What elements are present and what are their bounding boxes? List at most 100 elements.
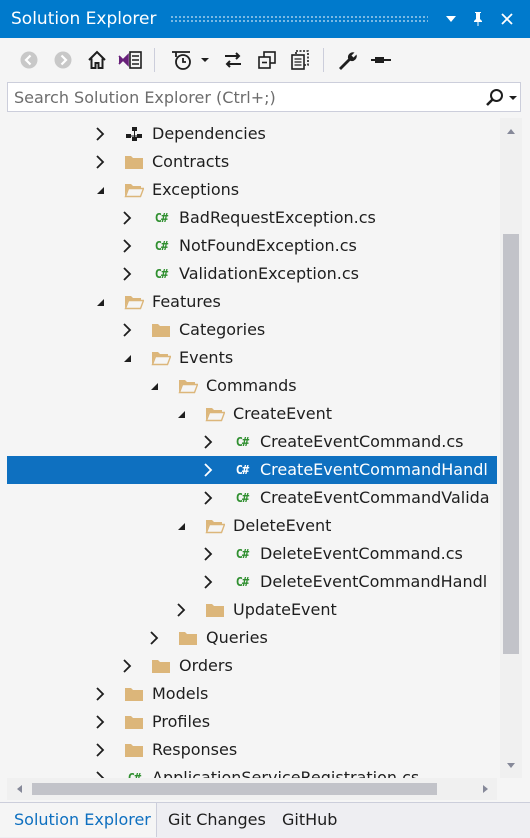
tree-item-label: Responses bbox=[152, 740, 238, 759]
csharp-file-icon: C# bbox=[235, 547, 249, 561]
expand-arrow-icon[interactable] bbox=[202, 575, 214, 589]
title-bar[interactable]: Solution Explorer bbox=[0, 0, 530, 38]
tree-item[interactable]: Dependencies bbox=[7, 120, 497, 148]
window-position-dropdown-icon[interactable] bbox=[440, 8, 462, 30]
horizontal-scrollbar-thumb[interactable] bbox=[32, 783, 437, 795]
tree-item[interactable]: C# ValidationException.cs bbox=[7, 260, 497, 288]
folder-icon bbox=[178, 629, 198, 647]
expand-arrow-icon[interactable] bbox=[202, 547, 214, 561]
tree-item[interactable]: C# DeleteEventCommand.cs bbox=[7, 540, 497, 568]
tree-item[interactable]: Contracts bbox=[7, 148, 497, 176]
tree-item-label: NotFoundException.cs bbox=[179, 236, 357, 255]
expand-arrow-icon[interactable] bbox=[94, 155, 106, 169]
scroll-down-arrow-icon[interactable] bbox=[504, 758, 518, 772]
collapse-arrow-icon[interactable] bbox=[121, 351, 133, 365]
tree-item[interactable]: Events bbox=[7, 344, 497, 372]
tree-item[interactable]: C# BadRequestException.cs bbox=[7, 204, 497, 232]
toolbar-separator bbox=[154, 48, 155, 72]
expand-arrow-icon[interactable] bbox=[121, 211, 133, 225]
tree-item-label: Commands bbox=[206, 376, 297, 395]
solution-tree[interactable]: Dependencies Contracts Exceptions C# BadRequ… bbox=[7, 118, 497, 778]
show-all-files-icon[interactable] bbox=[288, 47, 312, 73]
tree-item-label: DeleteEventCommandHandl bbox=[260, 572, 488, 591]
collapse-arrow-icon[interactable] bbox=[94, 183, 106, 197]
window-title: Solution Explorer bbox=[11, 9, 157, 29]
tree-item[interactable]: Exceptions bbox=[7, 176, 497, 204]
tree-item[interactable]: C# NotFoundException.cs bbox=[7, 232, 497, 260]
preview-selected-items-icon[interactable] bbox=[368, 47, 394, 73]
pending-changes-filter-icon[interactable] bbox=[168, 47, 194, 73]
collapse-arrow-icon[interactable] bbox=[175, 407, 187, 421]
csharp-file-icon: C# bbox=[127, 771, 141, 778]
home-icon[interactable] bbox=[85, 47, 109, 73]
expand-arrow-icon[interactable] bbox=[202, 435, 214, 449]
tree-item-label: Events bbox=[179, 348, 234, 367]
switch-views-icon[interactable] bbox=[116, 47, 144, 73]
tree-item[interactable]: Orders bbox=[7, 652, 497, 680]
tree-item-label: CreateEventCommand.cs bbox=[260, 432, 464, 451]
collapse-all-icon[interactable] bbox=[255, 47, 279, 73]
expand-arrow-icon[interactable] bbox=[94, 687, 106, 701]
close-icon[interactable] bbox=[496, 8, 518, 30]
folder-open-icon bbox=[124, 181, 144, 199]
expand-arrow-icon[interactable] bbox=[94, 715, 106, 729]
expand-arrow-icon[interactable] bbox=[121, 659, 133, 673]
expand-arrow-icon[interactable] bbox=[121, 239, 133, 253]
expand-arrow-icon[interactable] bbox=[202, 463, 214, 477]
expand-arrow-icon[interactable] bbox=[121, 267, 133, 281]
drag-grip[interactable] bbox=[170, 15, 428, 22]
back-icon[interactable] bbox=[18, 47, 40, 73]
search-icon[interactable] bbox=[484, 87, 506, 109]
tree-item-label: BadRequestException.cs bbox=[179, 208, 376, 227]
tree-item[interactable]: UpdateEvent bbox=[7, 596, 497, 624]
search-options-chevron-icon[interactable] bbox=[508, 87, 520, 109]
expand-arrow-icon[interactable] bbox=[148, 631, 160, 645]
tree-item[interactable]: Features bbox=[7, 288, 497, 316]
expand-arrow-icon[interactable] bbox=[202, 491, 214, 505]
csharp-file-icon: C# bbox=[154, 267, 168, 281]
search-input[interactable] bbox=[14, 86, 474, 108]
tree-item[interactable]: Profiles bbox=[7, 708, 497, 736]
forward-icon[interactable] bbox=[52, 47, 74, 73]
scroll-up-arrow-icon[interactable] bbox=[504, 124, 518, 138]
tab-solution-explorer[interactable]: Solution Explorer bbox=[0, 803, 157, 837]
vertical-scrollbar-thumb[interactable] bbox=[503, 234, 519, 654]
collapse-arrow-icon[interactable] bbox=[94, 295, 106, 309]
bottom-tab-strip: Solution Explorer Git Changes GitHub bbox=[0, 802, 530, 838]
properties-wrench-icon[interactable] bbox=[335, 47, 359, 73]
sync-with-active-document-icon[interactable] bbox=[221, 47, 245, 73]
collapse-arrow-icon[interactable] bbox=[175, 519, 187, 533]
folder-icon bbox=[124, 685, 144, 703]
tree-item[interactable]: DeleteEvent bbox=[7, 512, 497, 540]
tree-item[interactable]: C# CreateEventCommandHandl bbox=[7, 456, 497, 484]
tree-item[interactable]: Responses bbox=[7, 736, 497, 764]
tree-item[interactable]: Queries bbox=[7, 624, 497, 652]
tree-item[interactable]: C# CreateEventCommand.cs bbox=[7, 428, 497, 456]
collapse-arrow-icon[interactable] bbox=[148, 379, 160, 393]
pin-icon[interactable] bbox=[467, 8, 489, 30]
tree-item[interactable]: Commands bbox=[7, 372, 497, 400]
folder-icon bbox=[124, 741, 144, 759]
scroll-left-arrow-icon[interactable] bbox=[12, 782, 26, 796]
tree-item[interactable]: C# ApplicationServiceRegistration.cs bbox=[7, 764, 497, 778]
expand-arrow-icon[interactable] bbox=[94, 743, 106, 757]
expand-arrow-icon[interactable] bbox=[121, 323, 133, 337]
folder-open-icon bbox=[151, 349, 171, 367]
expand-arrow-icon[interactable] bbox=[94, 771, 106, 778]
tree-item-label: Categories bbox=[179, 320, 266, 339]
tree-item[interactable]: Categories bbox=[7, 316, 497, 344]
tree-item[interactable]: C# CreateEventCommandValida bbox=[7, 484, 497, 512]
tree-item[interactable]: CreateEvent bbox=[7, 400, 497, 428]
tab-git-changes[interactable]: Git Changes bbox=[168, 803, 266, 837]
tree-item-label: DeleteEventCommand.cs bbox=[260, 544, 463, 563]
tree-item[interactable]: Models bbox=[7, 680, 497, 708]
csharp-file-icon: C# bbox=[235, 575, 249, 589]
expand-arrow-icon[interactable] bbox=[94, 127, 106, 141]
dependencies-icon bbox=[124, 125, 144, 143]
scroll-right-arrow-icon[interactable] bbox=[478, 782, 492, 796]
chevron-down-icon[interactable] bbox=[199, 47, 211, 73]
tree-item[interactable]: C# DeleteEventCommandHandl bbox=[7, 568, 497, 596]
tab-github[interactable]: GitHub bbox=[282, 803, 337, 837]
expand-arrow-icon[interactable] bbox=[175, 603, 187, 617]
search-box[interactable] bbox=[7, 82, 521, 112]
